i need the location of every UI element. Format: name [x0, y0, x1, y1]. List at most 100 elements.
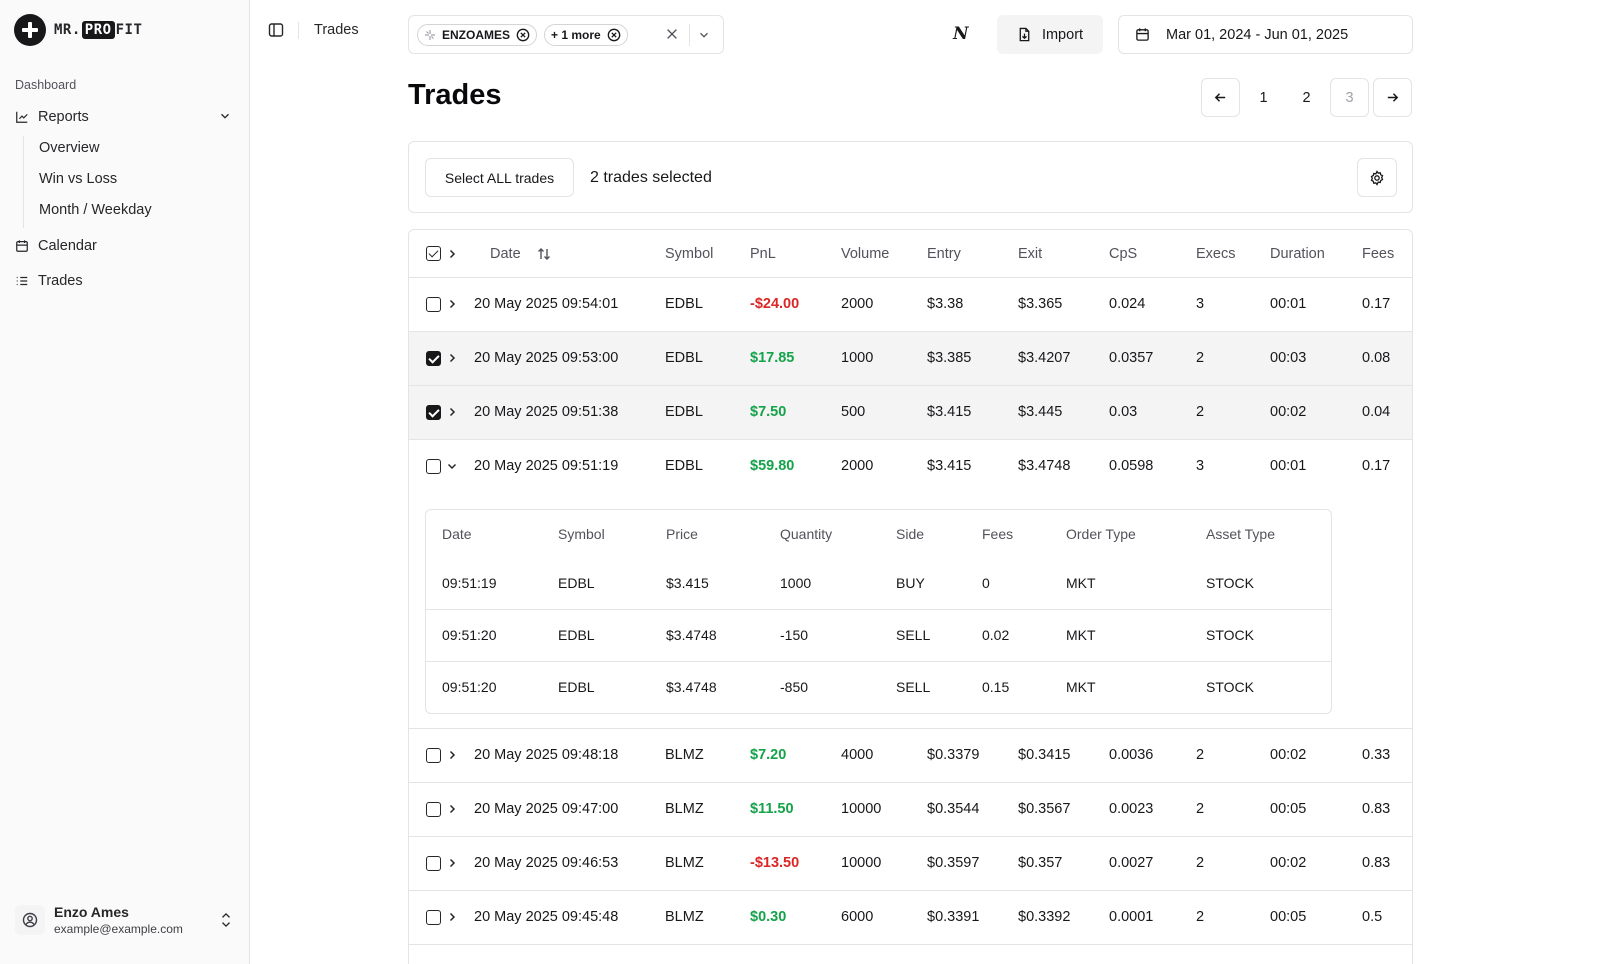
list-icon [16, 276, 28, 286]
chevron-right-icon[interactable] [446, 911, 458, 923]
row-checkbox[interactable] [426, 297, 441, 312]
col-cps[interactable]: CpS [1109, 246, 1137, 262]
trade-pnl: -$13.50 [750, 855, 800, 871]
prev-page-button[interactable] [1201, 78, 1240, 117]
selected-count: 2 trades selected [590, 169, 712, 186]
sidebar-item-calendar[interactable]: Calendar [15, 234, 97, 258]
n-button[interactable]: N [953, 24, 969, 44]
col-entry[interactable]: Entry [927, 246, 961, 262]
brand-logo[interactable]: MR. PRO FIT [14, 14, 142, 46]
exec-col-price: Price [666, 526, 698, 542]
import-button[interactable]: Import [997, 15, 1103, 54]
table-row[interactable]: 20 May 2025 09:51:19 EDBL $59.80 2000 $3.415… [409, 440, 1412, 494]
chevron-right-icon[interactable] [446, 749, 458, 761]
exec-symbol: EDBL [558, 575, 595, 591]
table-row[interactable]: 20 May 2025 09:46:53 BLMZ -$13.50 10000 $0.3… [409, 837, 1412, 891]
trade-execs: 3 [1196, 296, 1205, 312]
sidebar-toggle-icon[interactable] [268, 22, 284, 38]
row-checkbox[interactable] [426, 405, 441, 420]
exec-order-type: MKT [1066, 575, 1096, 591]
user-menu[interactable]: Enzo Ames example@example.com [15, 900, 237, 940]
trade-cps: 0.0357 [1109, 350, 1154, 366]
col-pnl[interactable]: PnL [750, 246, 776, 262]
more-accounts-chip[interactable]: + 1 more [544, 23, 628, 46]
chevrons-up-down-icon [222, 912, 230, 928]
table-row[interactable]: 20 May 2025 09:48:18 BLMZ $7.20 4000 $0.3379… [409, 729, 1412, 783]
row-checkbox[interactable] [426, 351, 441, 366]
logo-cross-icon [14, 14, 46, 46]
trade-volume: 10000 [841, 801, 882, 817]
sidebar-item-trades[interactable]: Trades [15, 269, 83, 293]
table-row[interactable]: 20 May 2025 09:54:01 EDBL -$24.00 2000 $3.38… [409, 278, 1412, 332]
select-all-trades-button[interactable]: Select ALL trades [425, 158, 574, 197]
exec-price: $3.4748 [666, 627, 717, 643]
table-row[interactable]: 20 May 2025 09:45:48 BLMZ $0.30 6000 $0.3391… [409, 891, 1412, 945]
clear-filter-icon[interactable] [665, 27, 679, 41]
trade-cps: 0.03 [1109, 404, 1138, 420]
exec-fees: 0 [982, 575, 990, 591]
remove-chip-icon[interactable] [516, 28, 530, 42]
chevron-right-icon[interactable] [446, 298, 458, 310]
page-3-button[interactable]: 3 [1330, 78, 1369, 117]
sidebar-item-win-vs-loss[interactable]: Win vs Loss [39, 171, 117, 187]
exec-col-quantity: Quantity [780, 526, 833, 542]
account-chip[interactable]: ENZOAMES [417, 23, 538, 46]
chevron-right-icon[interactable] [446, 803, 458, 815]
table-row[interactable]: 20 May 2025 09:53:00 EDBL $17.85 1000 $3.385… [409, 332, 1412, 386]
trade-entry: $3.385 [927, 350, 972, 366]
chevron-right-icon[interactable] [446, 352, 458, 364]
table-row[interactable]: 20 May 2025 09:47:00 BLMZ $11.50 10000 $0.35… [409, 783, 1412, 837]
arrow-right-icon [1387, 93, 1399, 102]
exec-col-date: Date [442, 526, 472, 542]
exec-col-side: Side [896, 526, 925, 542]
chevron-right-icon[interactable] [446, 248, 458, 260]
sort-icon[interactable] [536, 246, 552, 262]
user-circle-icon [22, 912, 38, 928]
col-fees[interactable]: Fees [1362, 246, 1394, 262]
sidebar-item-overview[interactable]: Overview [39, 140, 99, 156]
select-all-checkbox[interactable] [426, 246, 441, 261]
exec-col-asset-type: Asset Type [1206, 526, 1276, 542]
table-settings-button[interactable] [1357, 158, 1397, 197]
col-date[interactable]: Date [490, 246, 521, 262]
row-checkbox[interactable] [426, 802, 441, 817]
page-2-button[interactable]: 2 [1287, 78, 1326, 117]
brand-name: MR. PRO FIT [54, 21, 142, 39]
trade-symbol: BLMZ [665, 747, 704, 763]
page-1-button[interactable]: 1 [1244, 78, 1283, 117]
row-checkbox[interactable] [426, 748, 441, 763]
exec-symbol: EDBL [558, 627, 595, 643]
trade-entry: $3.415 [927, 458, 972, 474]
row-checkbox[interactable] [426, 910, 441, 925]
account-filter[interactable]: ENZOAMES + 1 more [408, 15, 724, 54]
trade-fees: 0.04 [1362, 404, 1391, 420]
sidebar-item-reports[interactable]: Reports [15, 105, 89, 129]
row-checkbox[interactable] [426, 856, 441, 871]
trade-duration: 00:02 [1270, 404, 1307, 420]
table-row[interactable]: 20 May 2025 09:51:38 EDBL $7.50 500 $3.415 $3… [409, 386, 1412, 440]
col-symbol[interactable]: Symbol [665, 246, 713, 262]
trade-fees: 0.17 [1362, 296, 1391, 312]
sidebar-item-month-weekday[interactable]: Month / Weekday [39, 202, 152, 218]
exec-col-symbol: Symbol [558, 526, 605, 542]
chevron-down-icon[interactable] [446, 460, 458, 472]
chevron-right-icon[interactable] [446, 406, 458, 418]
col-execs[interactable]: Execs [1196, 246, 1236, 262]
chevron-down-icon[interactable] [697, 28, 711, 42]
remove-chip-icon[interactable] [607, 28, 621, 42]
chevron-down-icon[interactable] [218, 109, 232, 123]
exec-order-type: MKT [1066, 627, 1096, 643]
col-duration[interactable]: Duration [1270, 246, 1325, 262]
trade-execs: 3 [1196, 458, 1205, 474]
date-range-picker[interactable]: Mar 01, 2024 - Jun 01, 2025 [1118, 15, 1413, 54]
trade-fees: 0.83 [1362, 801, 1391, 817]
chevron-right-icon[interactable] [446, 857, 458, 869]
next-page-button[interactable] [1373, 78, 1412, 117]
trade-volume: 2000 [841, 296, 874, 312]
exec-date: 09:51:20 [442, 679, 497, 695]
col-volume[interactable]: Volume [841, 246, 889, 262]
col-exit[interactable]: Exit [1018, 246, 1042, 262]
date-range-value: Mar 01, 2024 - Jun 01, 2025 [1166, 26, 1349, 43]
row-checkbox[interactable] [426, 459, 441, 474]
trade-cps: 0.024 [1109, 296, 1146, 312]
